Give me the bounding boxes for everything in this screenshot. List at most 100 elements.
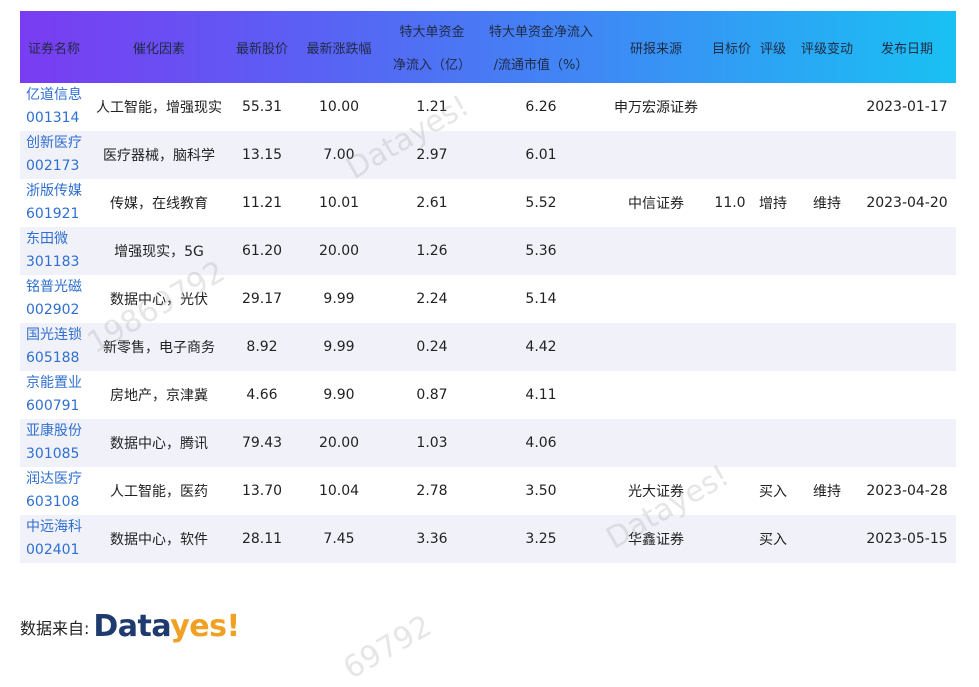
cell-target — [710, 467, 750, 515]
cell-ratio: 4.42 — [525, 339, 557, 355]
cell-security: 亚康股份 301085 — [20, 419, 88, 467]
cell-date: 2023-01-17 — [866, 99, 948, 115]
source-label: 数据来自: — [20, 619, 90, 638]
cell-change: 20.00 — [318, 435, 360, 451]
cell-change: 9.90 — [323, 387, 355, 403]
cell-catalyst: 数据中心，软件 — [110, 532, 208, 548]
cell-target — [710, 371, 750, 419]
stock-code-link[interactable]: 001314 — [26, 107, 86, 130]
stock-code-link[interactable]: 002902 — [26, 299, 86, 322]
header-target[interactable]: 目标价 — [710, 11, 751, 83]
cell-rating — [750, 83, 796, 131]
data-source: 数据来自: Datayes! — [20, 612, 240, 642]
cell-security: 浙版传媒 601921 — [20, 179, 88, 227]
cell-rating-change — [796, 323, 858, 371]
header-change[interactable]: 最新涨跌幅 — [294, 11, 384, 83]
header-broker[interactable]: 研报来源 — [602, 11, 710, 83]
stock-code-link[interactable]: 601921 — [26, 203, 86, 226]
cell-date — [858, 323, 956, 371]
stock-code-link[interactable]: 603108 — [26, 491, 86, 514]
cell-target — [710, 323, 750, 371]
stock-name-link[interactable]: 东田微 — [26, 228, 86, 251]
table-row[interactable]: 浙版传媒 601921 传媒，在线教育 11.21 10.01 2.61 5.52 中信证券 1… — [20, 179, 956, 227]
cell-broker — [602, 323, 710, 371]
cell-security: 铭普光磁 002902 — [20, 275, 88, 323]
table-row[interactable]: 东田微 301183 增强现实，5G 61.20 20.00 1.26 5.36 — [20, 227, 956, 275]
stock-name-link[interactable]: 创新医疗 — [26, 132, 86, 155]
cell-ratio: 3.25 — [525, 531, 557, 547]
cell-date: 2023-04-28 — [866, 483, 948, 499]
cell-broker — [602, 371, 710, 419]
header-rating-change[interactable]: 评级变动 — [796, 11, 858, 83]
cell-catalyst: 人工智能，医药 — [110, 484, 208, 500]
table-row[interactable]: 亿道信息 001314 人工智能，增强现实 55.31 10.00 1.21 6.26 申万宏… — [20, 83, 956, 131]
cell-price: 55.31 — [241, 99, 283, 115]
cell-inflow: 3.36 — [416, 531, 448, 547]
header-price[interactable]: 最新股价 — [230, 11, 294, 83]
stock-name-link[interactable]: 京能置业 — [26, 372, 86, 395]
cell-rating — [750, 371, 796, 419]
stock-name-link[interactable]: 浙版传媒 — [26, 180, 86, 203]
cell-broker: 光大证券 — [628, 484, 684, 500]
cell-broker — [602, 131, 710, 179]
table-header-row: 证券名称 催化因素 最新股价 最新涨跌幅 特大单资金 净流入（亿） 特大单资金净… — [20, 11, 956, 83]
logo-part1: Data — [93, 609, 171, 644]
cell-broker: 申万宏源证券 — [614, 100, 698, 116]
stock-code-link[interactable]: 002401 — [26, 539, 86, 562]
stock-code-link[interactable]: 301085 — [26, 443, 86, 466]
table-row[interactable]: 创新医疗 002173 医疗器械，脑科学 13.15 7.00 2.97 6.01 — [20, 131, 956, 179]
header-name[interactable]: 证券名称 — [20, 11, 88, 83]
stock-name-link[interactable]: 亿道信息 — [26, 84, 86, 107]
cell-rating-change — [796, 83, 858, 131]
cell-rating — [750, 275, 796, 323]
cell-change: 7.00 — [323, 147, 355, 163]
table-row[interactable]: 中远海科 002401 数据中心，软件 28.11 7.45 3.36 3.25 华鑫证券 买入… — [20, 515, 956, 563]
cell-price: 79.43 — [241, 435, 283, 451]
cell-price: 13.70 — [241, 483, 283, 499]
stock-name-link[interactable]: 中远海科 — [26, 516, 86, 539]
header-catalyst[interactable]: 催化因素 — [88, 11, 230, 83]
cell-rating-change — [796, 419, 858, 467]
table-row[interactable]: 国光连锁 605188 新零售，电子商务 8.92 9.99 0.24 4.42 — [20, 323, 956, 371]
stock-code-link[interactable]: 600791 — [26, 395, 86, 418]
cell-ratio: 6.01 — [525, 147, 557, 163]
stock-code-link[interactable]: 301183 — [26, 251, 86, 274]
stock-code-link[interactable]: 002173 — [26, 155, 86, 178]
stock-name-link[interactable]: 国光连锁 — [26, 324, 86, 347]
table-row[interactable]: 亚康股份 301085 数据中心，腾讯 79.43 20.00 1.03 4.06 — [20, 419, 956, 467]
cell-change: 9.99 — [323, 291, 355, 307]
stock-name-link[interactable]: 润达医疗 — [26, 468, 86, 491]
cell-date — [858, 227, 956, 275]
cell-inflow: 2.78 — [416, 483, 448, 499]
cell-target: 11.0 — [714, 195, 746, 211]
cell-ratio: 4.11 — [525, 387, 557, 403]
cell-target — [710, 131, 750, 179]
cell-ratio: 3.50 — [525, 483, 557, 499]
table-row[interactable]: 京能置业 600791 房地产，京津冀 4.66 9.90 0.87 4.11 — [20, 371, 956, 419]
header-date[interactable]: 发布日期 — [858, 11, 956, 83]
cell-price: 29.17 — [241, 291, 283, 307]
cell-inflow: 2.97 — [416, 147, 448, 163]
cell-ratio: 5.14 — [525, 291, 557, 307]
cell-rating-change — [796, 371, 858, 419]
cell-rating — [750, 227, 796, 275]
stock-name-link[interactable]: 亚康股份 — [26, 420, 86, 443]
cell-rating — [750, 419, 796, 467]
header-ratio[interactable]: 特大单资金净流入 /流通市值（%） — [480, 11, 602, 83]
cell-date — [858, 131, 956, 179]
header-inflow-top: 特大单资金 — [399, 25, 465, 40]
cell-rating-change — [796, 275, 858, 323]
header-inflow[interactable]: 特大单资金 净流入（亿） — [384, 11, 480, 83]
cell-catalyst: 数据中心，腾讯 — [110, 436, 208, 452]
cell-security: 国光连锁 605188 — [20, 323, 88, 371]
table-row[interactable]: 铭普光磁 002902 数据中心，光伏 29.17 9.99 2.24 5.14 — [20, 275, 956, 323]
cell-change: 20.00 — [318, 243, 360, 259]
header-rating[interactable]: 评级 — [750, 11, 796, 83]
stock-name-link[interactable]: 铭普光磁 — [26, 276, 86, 299]
cell-ratio: 5.36 — [525, 243, 557, 259]
cell-date: 2023-04-20 — [866, 195, 948, 211]
cell-catalyst: 医疗器械，脑科学 — [103, 148, 215, 164]
cell-security: 京能置业 600791 — [20, 371, 88, 419]
table-row[interactable]: 润达医疗 603108 人工智能，医药 13.70 10.04 2.78 3.50 光大证券 买… — [20, 467, 956, 515]
stock-code-link[interactable]: 605188 — [26, 347, 86, 370]
